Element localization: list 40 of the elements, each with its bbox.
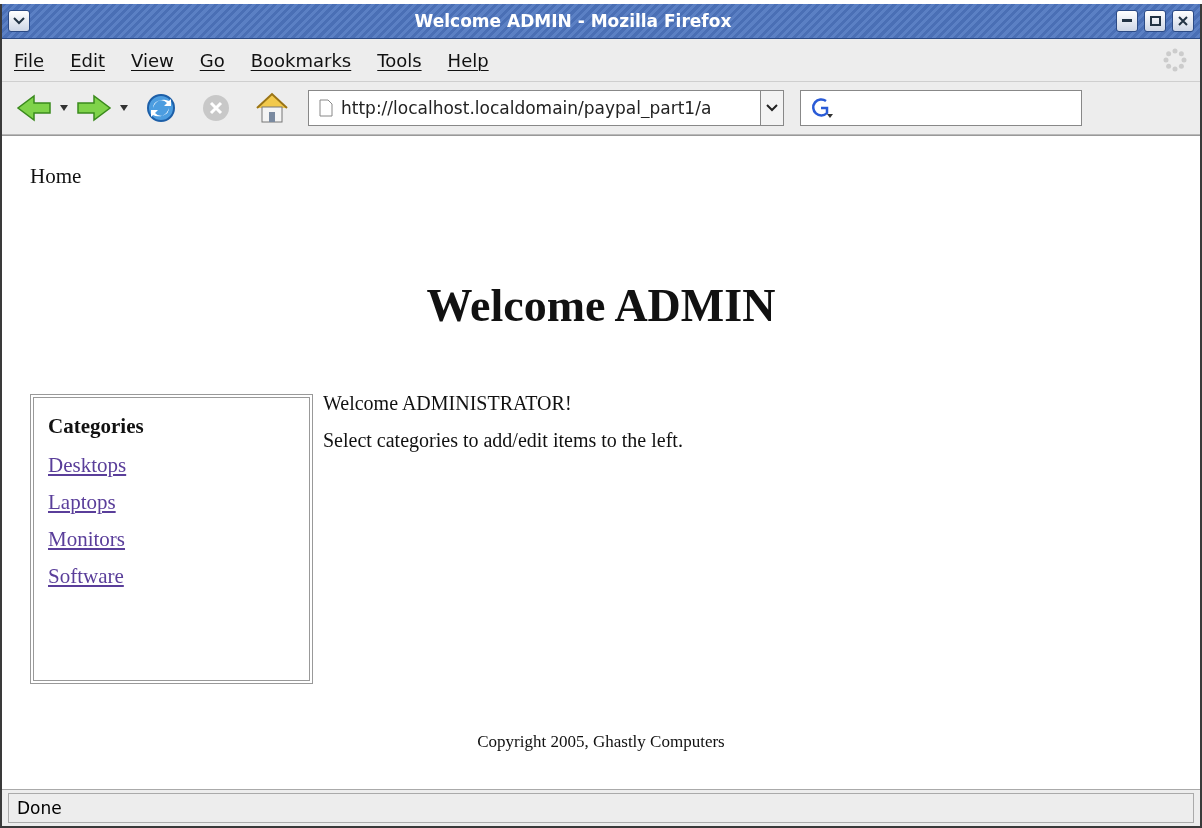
address-dropdown-button[interactable] [760,91,783,125]
reload-icon[interactable] [144,91,178,125]
forward-arrow-icon[interactable] [76,93,112,123]
breadcrumb-text: Home [30,164,83,189]
minimize-icon [1122,19,1132,23]
page-icon [319,99,333,117]
category-link[interactable]: Desktops [48,453,127,478]
maximize-icon [1149,16,1161,26]
menu-item[interactable]: Bookmarks [250,49,352,71]
minimize-button[interactable] [1116,10,1138,32]
search-field[interactable] [800,90,1082,126]
throbber-icon [1162,47,1188,73]
menu-item[interactable]: Help [447,49,489,71]
paragraph-text: Welcome ADMINISTRATOR! [323,392,573,415]
copyright-text: Copyright 2005, Ghastly Computers [476,732,726,752]
chevron-down-icon [13,17,25,25]
menu-item[interactable]: Go [199,49,225,71]
back-arrow-icon[interactable] [16,93,52,123]
category-link[interactable]: Software [48,564,124,589]
window-title: Welcome ADMIN - Mozilla Firefox [413,11,733,31]
page-heading: Welcome ADMIN [425,279,777,332]
category-link[interactable]: Laptops [48,490,116,515]
menu-item[interactable]: Tools [377,49,422,71]
chevron-down-icon [766,104,778,112]
menu-item[interactable]: Edit [70,49,105,71]
categories-title: Categories [48,414,144,439]
status-text: Done [8,793,1194,823]
close-button[interactable] [1172,10,1194,32]
category-link[interactable]: Monitors [48,527,125,552]
dropdown-icon[interactable] [120,104,128,112]
dropdown-icon[interactable] [60,104,68,112]
menu-item[interactable]: File [14,49,45,71]
address-field[interactable]: http://localhost.localdomain/paypal_part1/a [308,90,784,126]
search-engine-icon[interactable] [809,96,835,120]
window-menu-button[interactable] [8,10,30,32]
maximize-button[interactable] [1144,10,1166,32]
paragraph-text: Select categories to add/edit items to the left. [323,429,683,452]
close-icon [1178,16,1188,26]
menu-item[interactable]: View [131,49,174,71]
home-icon[interactable] [254,91,290,125]
